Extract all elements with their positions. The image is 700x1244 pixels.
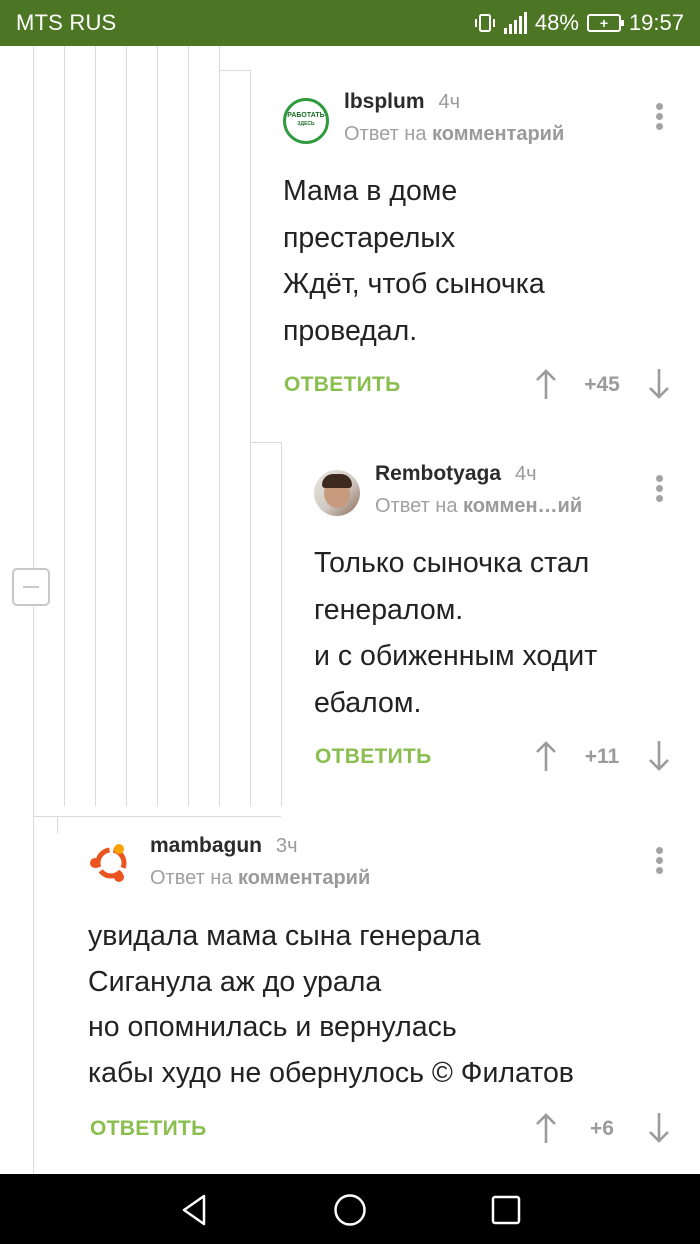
comment: Rembotyaga 4ч Ответ на коммен…ий Только с… [0,442,700,812]
reply-to: Ответ на комментарий [344,123,564,146]
comment-line: Сиганула аж до урала [88,965,382,998]
vibrate-icon [474,14,495,32]
reply-to: Ответ на коммен…ий [375,495,582,518]
battery-charging-icon: + [586,14,624,32]
more-options-icon[interactable] [649,845,669,875]
comment-rating: +6 [590,1117,614,1140]
reply-to-prefix: Ответ на [344,123,427,145]
author-name[interactable]: Rembotyaga [375,462,501,485]
comment-line: Только сыночка стал [314,547,590,579]
comment-line: кабы худо не обернулось © Филатов [88,1056,574,1089]
reply-button[interactable]: ОТВЕТИТЬ [315,745,432,769]
comment-rating: +45 [584,373,620,396]
more-options-icon[interactable] [649,473,669,503]
navigation-bar [0,1174,700,1244]
comments-thread[interactable]: РАБОТАТЬ ЗДЕСЬ lbsplum 4ч Ответ на коммен… [0,46,700,1174]
comment-age: 4ч [515,463,537,485]
comment: mambagun 3ч Ответ на комментарий увидала … [0,816,700,1174]
arrow-down-icon[interactable] [648,740,670,772]
reply-to: Ответ на комментарий [150,867,370,890]
home-icon[interactable] [332,1192,368,1228]
arrow-up-icon[interactable] [535,1112,557,1144]
arrow-up-icon[interactable] [535,740,557,772]
signal-icon [503,12,527,34]
arrow-down-icon[interactable] [648,368,670,400]
reply-to-link[interactable]: комментарий [238,867,370,889]
more-options-icon[interactable] [649,101,669,131]
battery-percent: 48% [534,10,579,35]
reply-to-prefix: Ответ на [150,867,233,889]
avatar[interactable] [88,840,134,886]
avatar[interactable]: РАБОТАТЬ ЗДЕСЬ [283,98,329,144]
author-name[interactable]: lbsplum [344,90,425,113]
comment: РАБОТАТЬ ЗДЕСЬ lbsplum 4ч Ответ на коммен… [0,46,700,426]
clock: 19:57 [628,10,684,35]
comment-age: 3ч [276,835,298,857]
comment-author[interactable]: mambagun 3ч [150,834,298,858]
arrow-up-icon[interactable] [535,368,557,400]
comment-rating: +11 [584,745,620,768]
back-icon[interactable] [176,1192,212,1228]
carrier-name: MTS RUS [16,10,117,35]
author-name[interactable]: mambagun [150,834,262,857]
comment-line: Мама в доме [283,175,458,207]
reply-button[interactable]: ОТВЕТИТЬ [284,373,401,397]
comment-author[interactable]: Rembotyaga 4ч [375,462,537,486]
comment-body: Мама в доме престарелых Ждёт, чтоб сыноч… [283,168,545,354]
comment-line: проведал. [283,314,418,347]
reply-button[interactable]: ОТВЕТИТЬ [90,1117,207,1141]
comment-line: ебалом. [314,686,422,719]
comment-body: увидала мама сына генерала Сиганула аж д… [88,914,574,1096]
status-bar: MTS RUS 48% + 19:57 [0,0,700,46]
comment-line: престарелых [283,221,456,254]
comment-age: 4ч [438,91,461,113]
comment-line: но опомнилась и вернулась [88,1011,457,1043]
comment-line: и с обиженным ходит [314,640,598,672]
comment-line: увидала мама сына генерала [88,920,481,952]
comment-body: Только сыночка стал генералом. и с обиже… [314,540,597,726]
comment-line: Ждёт, чтоб сыночка [283,268,545,300]
avatar-text: РАБОТАТЬ [287,112,325,119]
comment-author[interactable]: lbsplum 4ч [344,90,460,114]
avatar[interactable] [314,470,360,516]
status-icons: 48% + 19:57 [474,10,684,36]
reply-to-link[interactable]: комментарий [432,123,564,145]
reply-to-link[interactable]: коммен…ий [463,495,582,517]
comment-line: генералом. [314,593,464,626]
reply-to-prefix: Ответ на [375,495,458,517]
recent-apps-icon[interactable] [488,1192,524,1228]
avatar-text: ЗДЕСЬ [297,121,315,127]
arrow-down-icon[interactable] [648,1112,670,1144]
